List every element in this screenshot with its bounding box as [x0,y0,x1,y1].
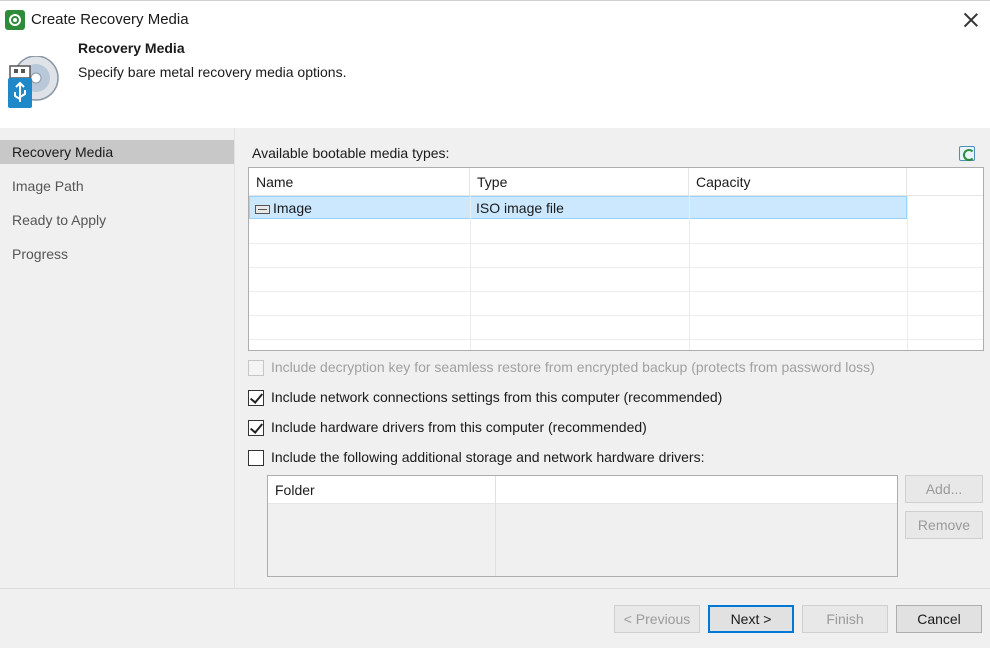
checkbox-hardware-drivers[interactable] [248,420,264,436]
column-divider [689,196,690,350]
table-row-image[interactable] [249,196,907,219]
media-types-table: Name Type Capacity Image ISO image file [248,167,984,351]
column-header-name[interactable]: Name [249,168,470,196]
checkbox-decryption-key[interactable] [248,360,264,376]
option-network-settings[interactable]: Include network connections settings fro… [248,388,778,408]
option-hardware-drivers[interactable]: Include hardware drivers from this compu… [248,418,698,438]
cell-type: ISO image file [476,200,564,216]
column-header-folder[interactable]: Folder [275,482,315,498]
remove-driver-button[interactable]: Remove [905,511,983,539]
wizard-steps-sidebar: Recovery Media Image Path Ready to Apply… [0,128,235,588]
previous-button[interactable]: < Previous [614,605,700,633]
option-label: Include decryption key for seamless rest… [271,359,875,375]
cell-name: Image [273,200,312,216]
row-divider [249,291,983,292]
checkbox-network-settings[interactable] [248,390,264,406]
option-label: Include the following additional storage… [271,449,705,465]
page-subtitle: Specify bare metal recovery media option… [78,64,347,80]
close-icon[interactable] [958,7,984,33]
sidebar-item-image-path[interactable]: Image Path [0,174,234,198]
app-logo-icon [5,10,25,30]
row-divider [249,315,983,316]
column-divider [495,476,496,576]
option-label: Include hardware drivers from this compu… [271,419,647,435]
option-decryption-key[interactable]: Include decryption key for seamless rest… [248,358,928,378]
column-header-filler [907,168,983,196]
window-title: Create Recovery Media [31,11,189,28]
sidebar-item-recovery-media[interactable]: Recovery Media [0,140,234,164]
column-divider [907,196,908,350]
row-divider [249,243,983,244]
column-header-capacity[interactable]: Capacity [689,168,907,196]
cancel-button[interactable]: Cancel [896,605,982,633]
option-label: Include network connections settings fro… [271,389,723,405]
driver-folders-table[interactable]: Folder [267,475,898,577]
row-divider [249,267,983,268]
column-divider [470,196,471,350]
refresh-icon[interactable] [959,146,975,161]
row-divider [249,339,983,340]
sidebar-item-progress[interactable]: Progress [0,242,234,266]
usb-disc-icon [8,56,59,108]
title-bar: Create Recovery Media [0,0,990,38]
column-header-type[interactable]: Type [470,168,689,196]
media-types-label: Available bootable media types: [252,145,450,161]
option-additional-drivers[interactable]: Include the following additional storage… [248,448,758,468]
sidebar-item-ready-to-apply[interactable]: Ready to Apply [0,208,234,232]
checkbox-additional-drivers[interactable] [248,450,264,466]
folder-table-header: Folder [268,476,897,504]
next-button[interactable]: Next > [708,605,794,633]
image-media-icon [255,205,270,214]
finish-button[interactable]: Finish [802,605,888,633]
add-driver-button[interactable]: Add... [905,475,983,503]
page-title: Recovery Media [78,40,185,56]
